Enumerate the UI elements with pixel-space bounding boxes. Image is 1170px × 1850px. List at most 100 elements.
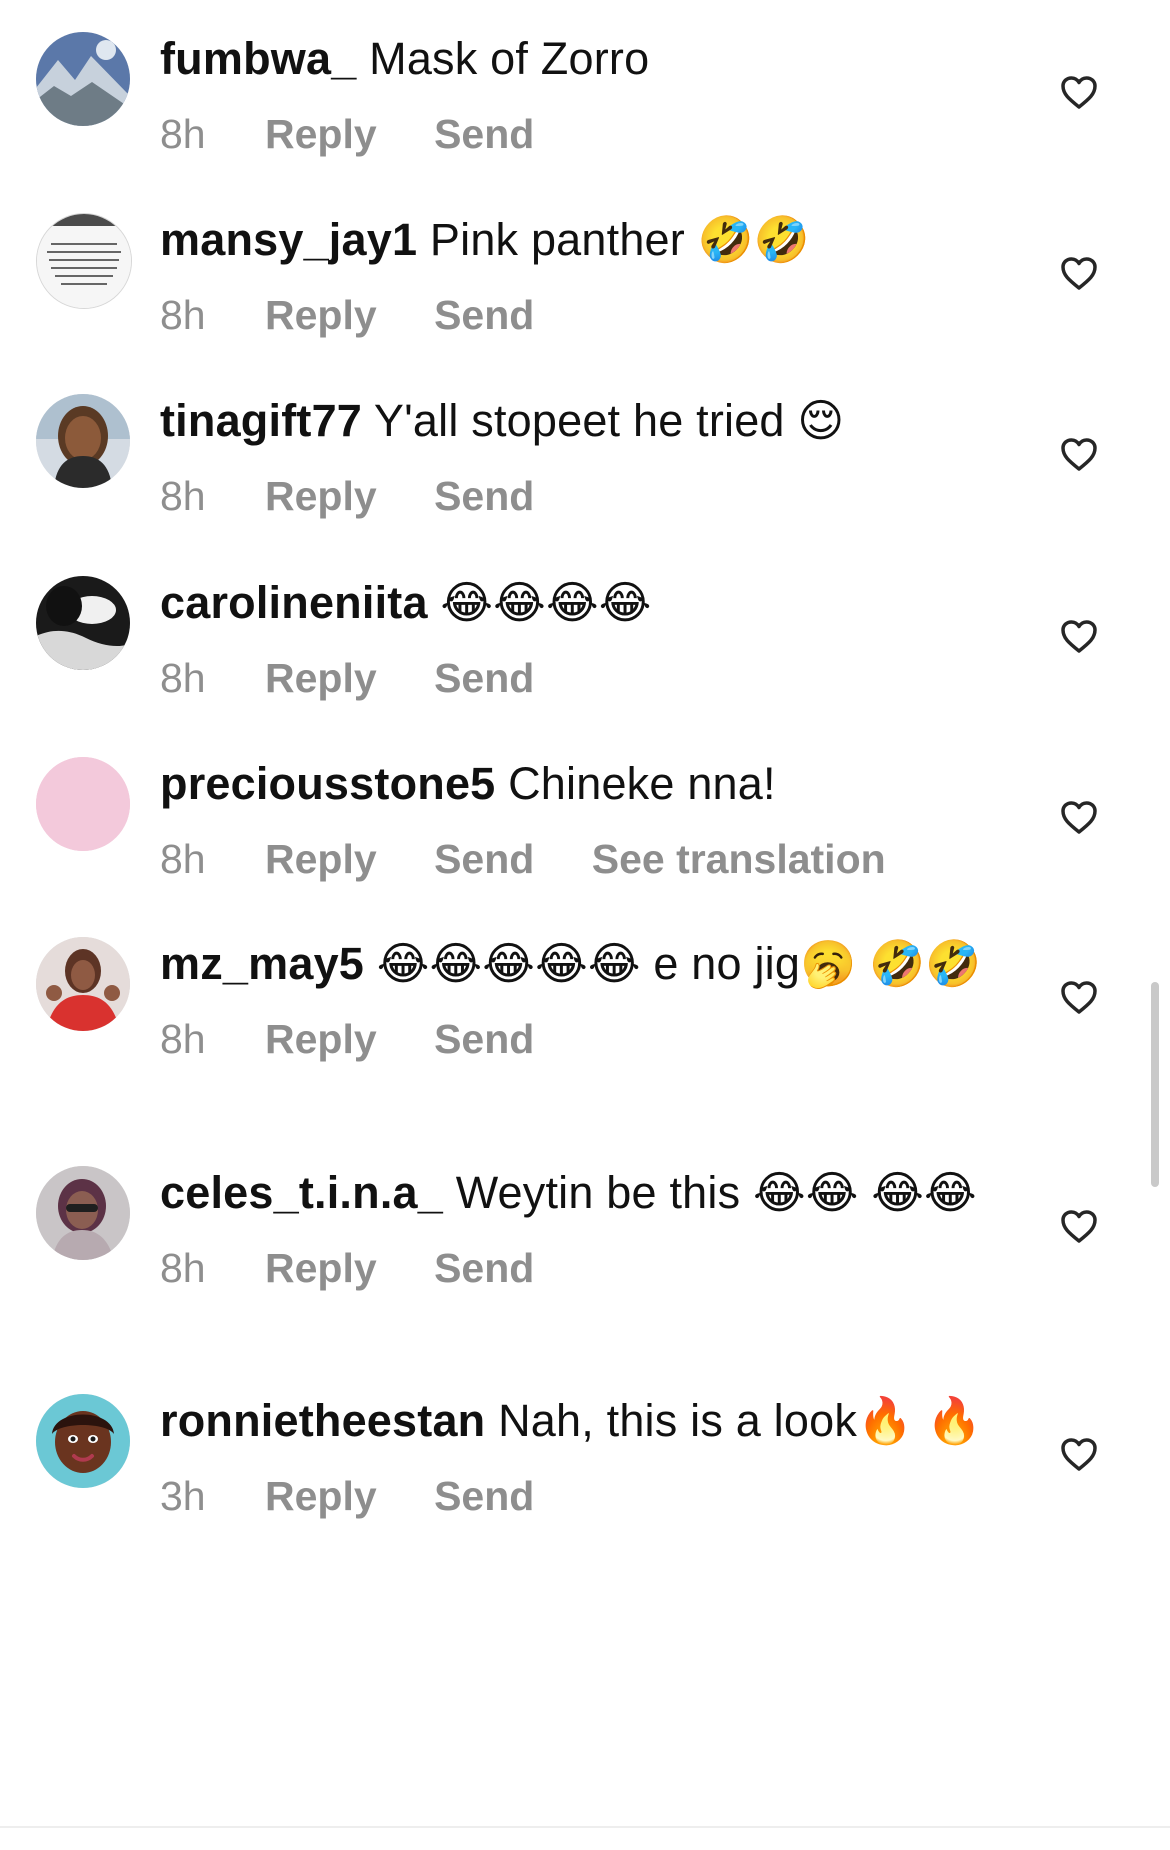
send-button[interactable]: Send <box>434 105 534 163</box>
heart-outline-icon <box>1061 801 1097 834</box>
comment-text: carolineniita 😂😂😂😂 <box>160 574 990 632</box>
send-button[interactable]: Send <box>434 1010 534 1068</box>
comment-body: Nah, this is a look🔥 🔥 <box>498 1395 983 1446</box>
mountain-landscape-avatar <box>36 32 130 126</box>
comment-timestamp: 8h <box>160 836 206 882</box>
send-button[interactable]: Send <box>434 1239 534 1297</box>
avatar[interactable] <box>36 937 130 1031</box>
comment-body: Pink panther 🤣🤣 <box>429 214 811 265</box>
reply-button[interactable]: Reply <box>265 286 377 344</box>
comment-text: mansy_jay1 Pink panther 🤣🤣 <box>160 211 990 269</box>
comment-body: Mask of Zorro <box>369 33 650 84</box>
comment-content: carolineniita 😂😂😂😂 8h Reply Send <box>160 574 990 707</box>
reply-button[interactable]: Reply <box>265 649 377 707</box>
dark-photo-avatar <box>36 576 130 670</box>
bottom-divider <box>0 1826 1170 1828</box>
reply-button[interactable]: Reply <box>265 830 377 888</box>
reply-button[interactable]: Reply <box>265 467 377 525</box>
heart-outline-icon <box>1061 620 1097 653</box>
comment-username[interactable]: preciousstone5 <box>160 758 495 809</box>
avatar[interactable] <box>36 1166 130 1260</box>
avatar[interactable] <box>36 394 130 488</box>
like-button[interactable] <box>1058 253 1100 295</box>
heart-outline-icon <box>1061 76 1097 109</box>
comment-timestamp: 8h <box>160 1016 206 1062</box>
comment-item: celes_t.i.n.a_ Weytin be this 😂😂 😂😂 8h R… <box>0 1158 1170 1358</box>
comment-text: preciousstone5 Chineke nna! <box>160 755 990 813</box>
comment-text: celes_t.i.n.a_ Weytin be this 😂😂 😂😂 <box>160 1164 990 1222</box>
comment-item: preciousstone5 Chineke nna! 8h Reply Sen… <box>0 749 1170 899</box>
send-button[interactable]: Send <box>434 467 534 525</box>
comment-item: fumbwa_ Mask of Zorro 8h Reply Send <box>0 22 1170 172</box>
comment-item: carolineniita 😂😂😂😂 8h Reply Send <box>0 568 1170 718</box>
comment-timestamp: 8h <box>160 292 206 338</box>
like-button[interactable] <box>1058 1206 1100 1248</box>
scrollbar[interactable] <box>1151 982 1159 1187</box>
comment-timestamp: 8h <box>160 111 206 157</box>
send-button[interactable]: Send <box>434 649 534 707</box>
comment-item: ronnietheestan Nah, this is a look🔥 🔥 3h… <box>0 1386 1170 1586</box>
heart-outline-icon <box>1061 1438 1097 1471</box>
comment-content: tinagift77 Y'all stopeet he tried 😌 8h R… <box>160 392 990 525</box>
cartoon-face-avatar <box>36 1394 130 1488</box>
comment-timestamp: 8h <box>160 655 206 701</box>
comment-username[interactable]: carolineniita <box>160 577 428 628</box>
comment-item: mansy_jay1 Pink panther 🤣🤣 8h Reply Send <box>0 205 1170 355</box>
comment-content: celes_t.i.n.a_ Weytin be this 😂😂 😂😂 8h R… <box>160 1164 990 1297</box>
red-shirt-avatar <box>36 937 130 1031</box>
comment-username[interactable]: celes_t.i.n.a_ <box>160 1167 443 1218</box>
send-button[interactable]: Send <box>434 1467 534 1525</box>
comment-body: Chineke nna! <box>508 758 776 809</box>
like-button[interactable] <box>1058 72 1100 114</box>
like-button[interactable] <box>1058 977 1100 1019</box>
comment-timestamp: 8h <box>160 473 206 519</box>
comment-username[interactable]: tinagift77 <box>160 395 362 446</box>
comment-content: fumbwa_ Mask of Zorro 8h Reply Send <box>160 30 990 163</box>
comment-body: Y'all stopeet he tried 😌 <box>373 395 845 446</box>
comment-body: 😂😂😂😂😂 e no jig🥱 🤣🤣 <box>376 938 982 989</box>
like-button[interactable] <box>1058 616 1100 658</box>
avatar[interactable] <box>36 576 130 670</box>
like-button[interactable] <box>1058 797 1100 839</box>
see-translation-button[interactable]: See translation <box>592 830 886 888</box>
comment-content: preciousstone5 Chineke nna! 8h Reply Sen… <box>160 755 990 888</box>
reply-button[interactable]: Reply <box>265 1239 377 1297</box>
avatar[interactable] <box>36 1394 130 1488</box>
reply-button[interactable]: Reply <box>265 1010 377 1068</box>
heart-outline-icon <box>1061 981 1097 1014</box>
comment-username[interactable]: ronnietheestan <box>160 1395 485 1446</box>
comment-username[interactable]: fumbwa_ <box>160 33 356 84</box>
comment-actions: 3h Reply Send <box>160 1467 990 1525</box>
comment-actions: 8h Reply Send <box>160 1239 990 1297</box>
comment-text: mz_may5 😂😂😂😂😂 e no jig🥱 🤣🤣 <box>160 935 990 993</box>
selfie-avatar <box>36 1166 130 1260</box>
reply-button[interactable]: Reply <box>265 105 377 163</box>
plain-pink-avatar <box>36 757 130 851</box>
comment-username[interactable]: mansy_jay1 <box>160 214 417 265</box>
comment-actions: 8h Reply Send <box>160 649 990 707</box>
comment-item: mz_may5 😂😂😂😂😂 e no jig🥱 🤣🤣 8h Reply Send <box>0 929 1170 1129</box>
comment-content: ronnietheestan Nah, this is a look🔥 🔥 3h… <box>160 1392 990 1525</box>
comment-actions: 8h Reply Send <box>160 286 990 344</box>
comment-text: tinagift77 Y'all stopeet he tried 😌 <box>160 392 990 450</box>
avatar[interactable] <box>36 213 132 309</box>
send-button[interactable]: Send <box>434 286 534 344</box>
reply-button[interactable]: Reply <box>265 1467 377 1525</box>
woman-portrait-avatar <box>36 394 130 488</box>
comment-item: tinagift77 Y'all stopeet he tried 😌 8h R… <box>0 386 1170 536</box>
heart-outline-icon <box>1061 257 1097 290</box>
comment-timestamp: 3h <box>160 1473 206 1519</box>
comment-username[interactable]: mz_may5 <box>160 938 364 989</box>
text-quote-avatar <box>37 214 131 308</box>
comment-actions: 8h Reply Send See translation <box>160 830 990 888</box>
comment-body: Weytin be this 😂😂 😂😂 <box>455 1167 977 1218</box>
like-button[interactable] <box>1058 434 1100 476</box>
comment-content: mansy_jay1 Pink panther 🤣🤣 8h Reply Send <box>160 211 990 344</box>
avatar[interactable] <box>36 32 130 126</box>
heart-outline-icon <box>1061 438 1097 471</box>
avatar[interactable] <box>36 757 130 851</box>
send-button[interactable]: Send <box>434 830 534 888</box>
like-button[interactable] <box>1058 1434 1100 1476</box>
comment-text: fumbwa_ Mask of Zorro <box>160 30 990 88</box>
comment-actions: 8h Reply Send <box>160 1010 990 1068</box>
